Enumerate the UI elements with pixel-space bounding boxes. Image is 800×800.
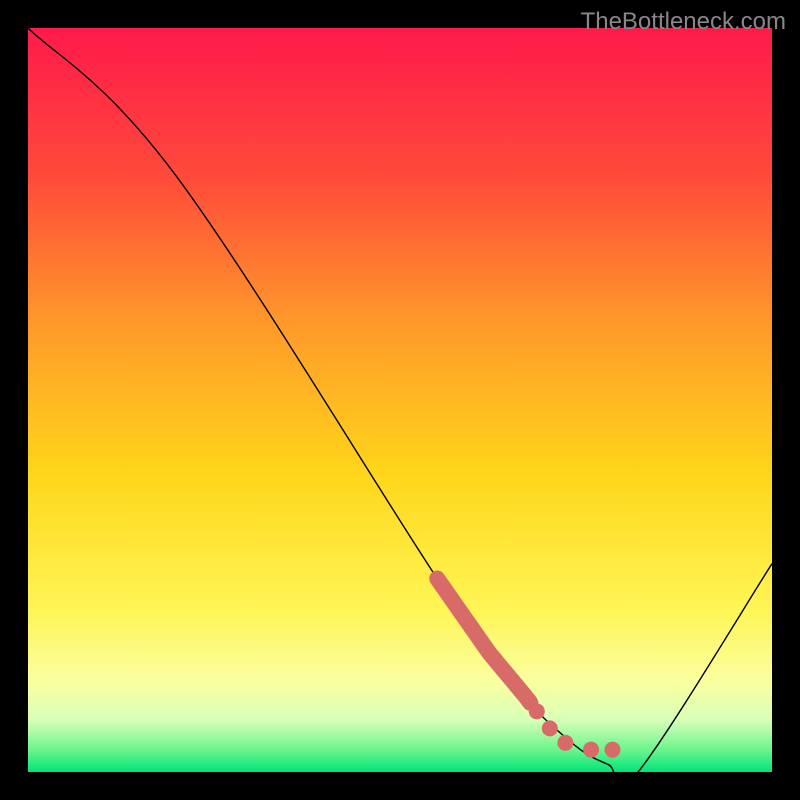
dotted-dot [557,735,573,751]
dotted-dot [604,742,620,758]
dotted-dot [542,720,558,736]
chart-svg [28,28,772,772]
dotted-dot [583,742,599,758]
plot-area [28,28,772,772]
dotted-dot [529,703,545,719]
chart-background [28,28,772,772]
watermark-text: TheBottleneck.com [581,8,786,36]
